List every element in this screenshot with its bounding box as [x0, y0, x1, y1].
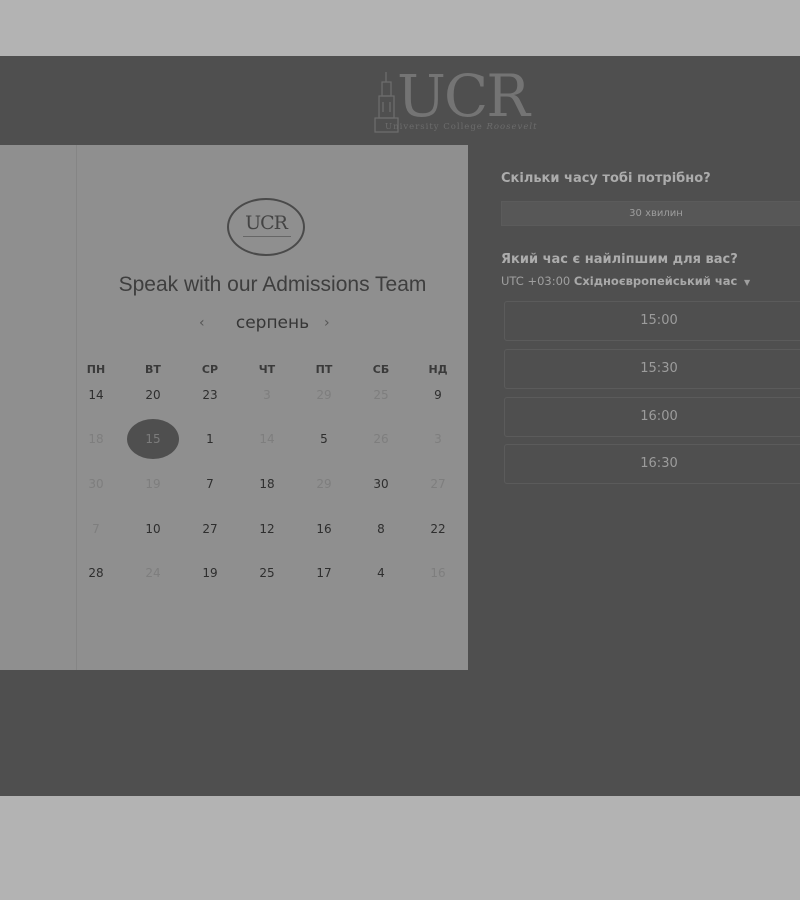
time-slot[interactable]: 16:00: [504, 397, 800, 437]
calendar-day: 7: [92, 522, 100, 536]
calendar-day[interactable]: 12: [247, 517, 287, 541]
ucr-logo[interactable]: UCR University College Roosevelt: [373, 64, 563, 140]
calendar-day: 30: [88, 477, 104, 491]
calendar-day[interactable]: 30: [361, 472, 401, 496]
calendar-day[interactable]: 23: [190, 383, 230, 407]
logo-subtitle-script: Roosevelt: [486, 122, 538, 132]
calendar-day[interactable]: 4: [361, 561, 401, 585]
chevron-down-icon: ▼: [744, 278, 751, 287]
calendar-day: 24: [145, 566, 161, 580]
time-question: Який час є найліпшим для вас?: [501, 252, 738, 267]
calendar-day: 29: [316, 477, 332, 491]
calendar-day: 14: [259, 432, 275, 446]
time-slot[interactable]: 15:00: [504, 301, 800, 341]
calendar-day[interactable]: 19: [190, 561, 230, 585]
duration-question: Скільки часу тобі потрібно?: [501, 171, 711, 186]
calendar-day[interactable]: 18: [247, 472, 287, 496]
bottom-backdrop: [0, 796, 800, 900]
timezone-selector[interactable]: UTC +03:00 Східноєвропейський час ▼: [501, 274, 750, 288]
calendar-day[interactable]: 17: [304, 561, 344, 585]
calendar-day[interactable]: 5: [304, 427, 344, 451]
calendar-day[interactable]: 1: [190, 427, 230, 451]
calendar-day: 29: [316, 388, 332, 402]
calendar-day[interactable]: 9: [418, 383, 458, 407]
calendar-day[interactable]: 27: [190, 517, 230, 541]
duration-select[interactable]: 30 хвилин: [501, 201, 800, 226]
selected-day[interactable]: 15: [127, 419, 179, 459]
calendar-day[interactable]: 20: [133, 383, 173, 407]
timezone-name: Східноєвропейський час: [573, 274, 738, 288]
calendar-day: 3: [263, 388, 271, 402]
calendar-day[interactable]: 8: [361, 517, 401, 541]
calendar-grid: 14 20 23 3 29 25 9 18 15 1 14 5 26 3 30 19 7 18 29 30 27 7 10 2…: [77, 145, 468, 670]
calendar-card: UCR Speak with our Admissions Team ‹ сер…: [77, 145, 468, 670]
top-backdrop: [0, 0, 800, 56]
calendar-day[interactable]: 7: [190, 472, 230, 496]
calendar-day[interactable]: 22: [418, 517, 458, 541]
logo-wordmark: UCR: [397, 62, 530, 130]
calendar-day[interactable]: 28: [76, 561, 116, 585]
site-header: UCR University College Roosevelt: [0, 56, 800, 145]
footer: [0, 670, 800, 796]
logo-subtitle-name: University College: [385, 122, 483, 132]
calendar-day: 3: [434, 432, 442, 446]
calendar-day[interactable]: 16: [304, 517, 344, 541]
calendar-day: 26: [373, 432, 389, 446]
logo-subtitle: University College Roosevelt: [385, 122, 538, 132]
calendar-day[interactable]: 14: [76, 383, 116, 407]
side-panel: [0, 145, 77, 670]
timezone-offset: UTC +03:00: [501, 274, 571, 288]
calendar-day: 18: [88, 432, 104, 446]
calendar-day[interactable]: 10: [133, 517, 173, 541]
time-slot[interactable]: 15:30: [504, 349, 800, 389]
booking-section: UCR Speak with our Admissions Team ‹ сер…: [0, 145, 800, 670]
calendar-day: 19: [145, 477, 161, 491]
calendar-day: 25: [373, 388, 389, 402]
calendar-day[interactable]: 25: [247, 561, 287, 585]
calendar-day: 27: [430, 477, 446, 491]
scheduler-panel: Скільки часу тобі потрібно? 30 хвилин Як…: [468, 145, 800, 670]
time-slot[interactable]: 16:30: [504, 444, 800, 484]
calendar-day: 16: [430, 566, 446, 580]
